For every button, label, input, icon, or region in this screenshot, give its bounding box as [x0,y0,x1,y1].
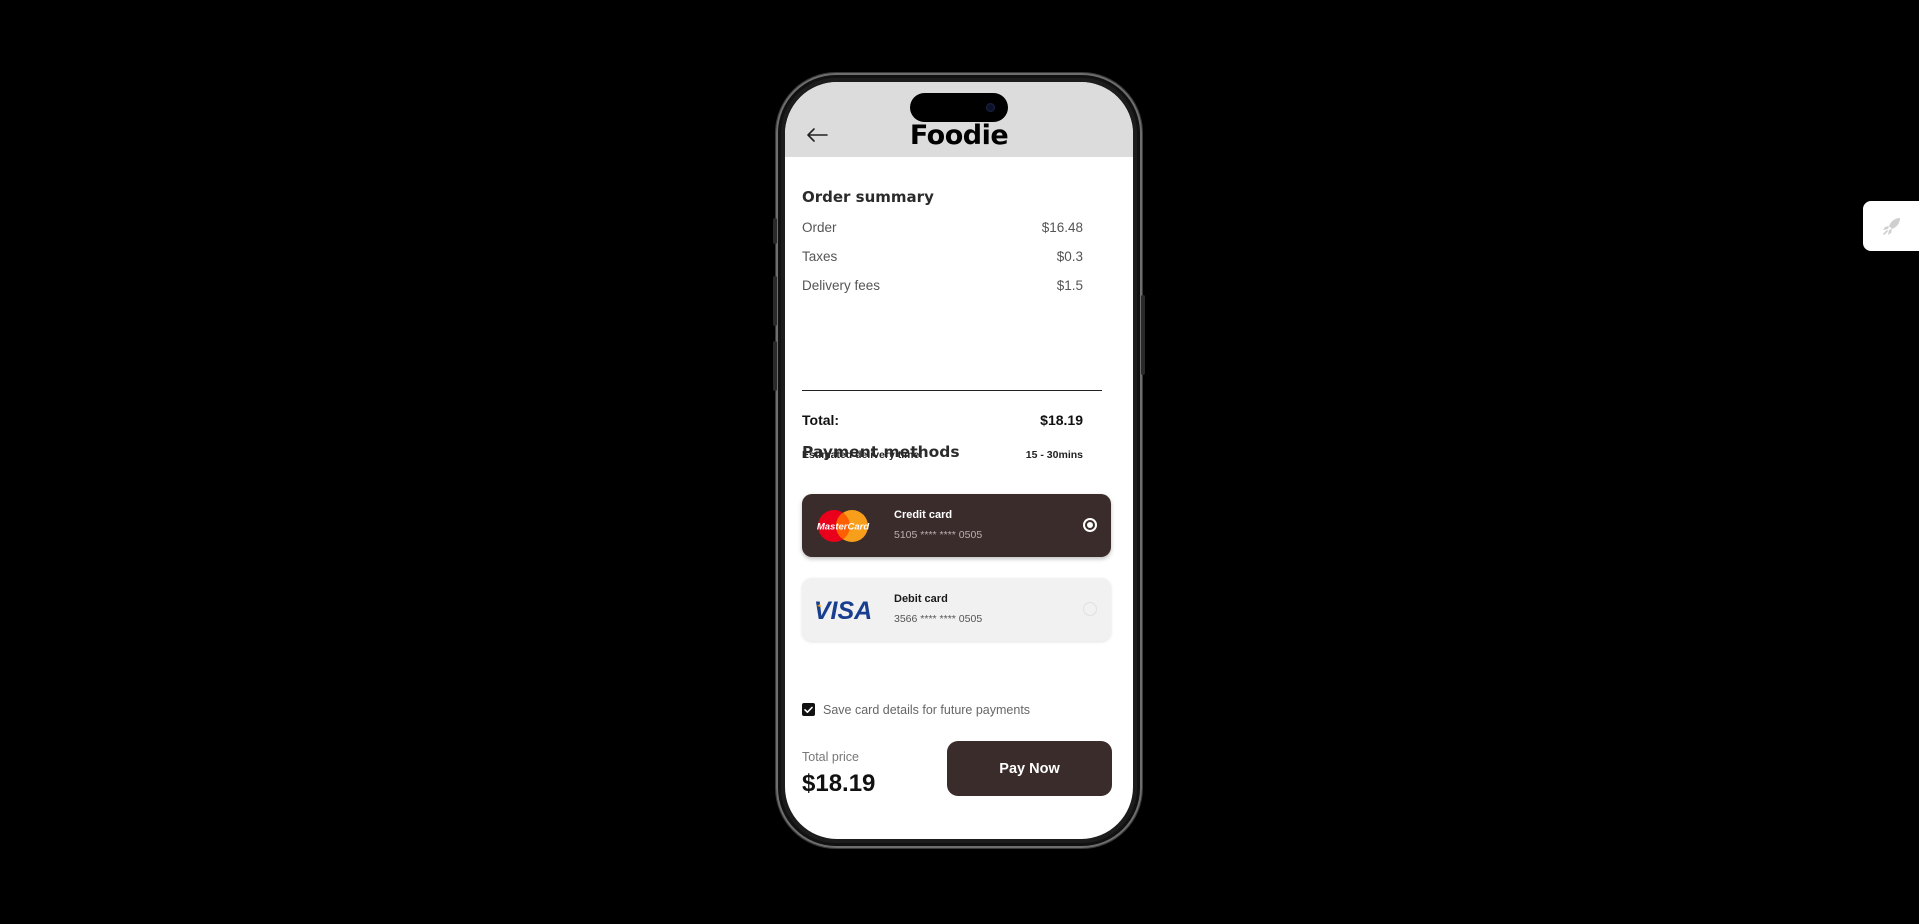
save-card-checkbox[interactable] [802,703,815,716]
volume-up-button [773,276,777,326]
summary-row-label: Order [802,220,837,235]
card-number: 3566 **** **** 0505 [894,613,983,625]
svg-text:MasterCard: MasterCard [817,522,869,533]
summary-row-value: $1.5 [1056,278,1083,293]
action-button [773,218,777,244]
payment-card-debit[interactable]: VISA Debit card 3566 **** **** 0505 [802,578,1111,641]
card-radio-unselected[interactable] [1083,602,1097,616]
mastercard-logo: MasterCard [817,510,869,542]
volume-down-button [773,341,777,391]
dynamic-island [910,93,1008,122]
payment-card-credit[interactable]: MasterCard Credit card 5105 **** **** 05… [802,494,1111,557]
summary-row-label: Taxes [802,249,838,264]
svg-text:VISA: VISA [814,597,872,625]
phone-frame: Foodie Order summary Order $16.48 Taxes … [773,73,1145,848]
card-radio-selected[interactable] [1083,518,1097,532]
rocket-icon [1883,218,1900,235]
summary-row-order: Order $16.48 [802,220,1083,235]
app-logo: Foodie [909,120,1009,151]
card-name: Debit card [894,593,948,605]
power-button [1141,295,1145,375]
eta-value: 15 - 30mins [1025,449,1083,461]
summary-row-delivery: Delivery fees $1.5 [802,278,1083,293]
summary-row-label: Delivery fees [802,278,881,293]
floating-launch-widget[interactable] [1863,201,1919,251]
payment-methods-title: Payment methods [802,443,960,461]
total-price-label: Total price [802,750,859,764]
card-number: 5105 **** **** 0505 [894,529,983,541]
summary-row-taxes: Taxes $0.3 [802,249,1083,264]
visa-logo: VISA [814,597,872,625]
camera-icon [986,103,995,112]
summary-total-row: Total: $18.19 [802,412,1083,428]
card-name: Credit card [894,509,953,521]
total-price-value: $18.19 [802,770,876,797]
checkmark-icon [804,706,813,713]
save-card-label: Save card details for future payments [823,703,1031,717]
total-value: $18.19 [1040,412,1083,428]
summary-divider [802,390,1102,391]
order-summary-title: Order summary [802,188,934,206]
pay-now-button[interactable]: Pay Now [947,741,1112,796]
total-label: Total: [802,412,840,428]
summary-row-value: $0.3 [1056,249,1083,264]
app-screen: Foodie Order summary Order $16.48 Taxes … [785,82,1133,839]
summary-row-value: $16.48 [1041,220,1083,235]
